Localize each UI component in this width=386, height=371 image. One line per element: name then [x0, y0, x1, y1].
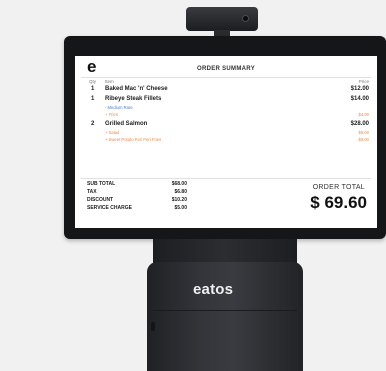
order-total-label: ORDER TOTAL	[312, 184, 365, 191]
modifier-name: + Sweet Potato Peri Peri Fries	[105, 137, 162, 142]
item-qty: 2	[91, 121, 95, 127]
summary-label: SERVICE CHARGE	[87, 205, 132, 211]
item-price: $28.00	[350, 121, 369, 127]
summary-label: DISCOUNT	[87, 197, 114, 203]
summary-value: $6.80	[174, 189, 187, 195]
camera-module	[186, 7, 258, 31]
modifier-price: $4.00	[358, 112, 369, 117]
customer-display-screen: e ORDER SUMMARY Qty Item Price 1 Baked M…	[75, 56, 377, 228]
summary-label: TAX	[87, 189, 97, 195]
pos-device-scene: e ORDER SUMMARY Qty Item Price 1 Baked M…	[0, 0, 386, 371]
camera-lens-icon	[243, 16, 248, 21]
item-qty: 1	[91, 86, 95, 92]
summary-value: $68.00	[171, 181, 187, 187]
item-name: Grilled Salmon	[105, 121, 148, 127]
summary-value: $10.20	[171, 197, 187, 203]
item-name: Baked Mac 'n' Cheese	[105, 86, 168, 92]
stand-seam	[153, 310, 297, 311]
order-item-row: 2 Grilled Salmon $28.00	[75, 121, 377, 129]
page-title: ORDER SUMMARY	[196, 66, 255, 72]
screen-header: e ORDER SUMMARY	[75, 56, 377, 78]
modifier-name: - Medium Rare	[105, 105, 133, 110]
summary-label: SUB TOTAL	[87, 181, 116, 187]
order-total-value: $ 69.60	[310, 193, 367, 212]
terminal-stand	[147, 262, 303, 371]
item-name: Ribeye Steak Fillets	[105, 96, 162, 102]
column-header-item: Item	[105, 79, 114, 84]
summary-divider	[81, 178, 371, 179]
modifier-price: $5.00	[358, 130, 369, 135]
modifier-price: $5.00	[358, 137, 369, 142]
order-item-row: 1 Ribeye Steak Fillets $14.00	[75, 96, 377, 104]
column-header-qty: Qty	[89, 79, 97, 84]
summary-value: $5.00	[174, 205, 187, 211]
item-price: $12.00	[350, 86, 369, 92]
card-slot	[151, 322, 155, 331]
brand-logo: eatos	[193, 281, 234, 298]
modifier-name: + Salad	[105, 130, 120, 135]
order-item-row: 1 Baked Mac 'n' Cheese $12.00	[75, 86, 377, 94]
item-price: $14.00	[350, 96, 369, 102]
modifier-name: + Fries	[105, 112, 118, 117]
column-header-price: Price	[358, 79, 369, 84]
header-divider	[81, 77, 371, 78]
item-qty: 1	[91, 96, 95, 102]
